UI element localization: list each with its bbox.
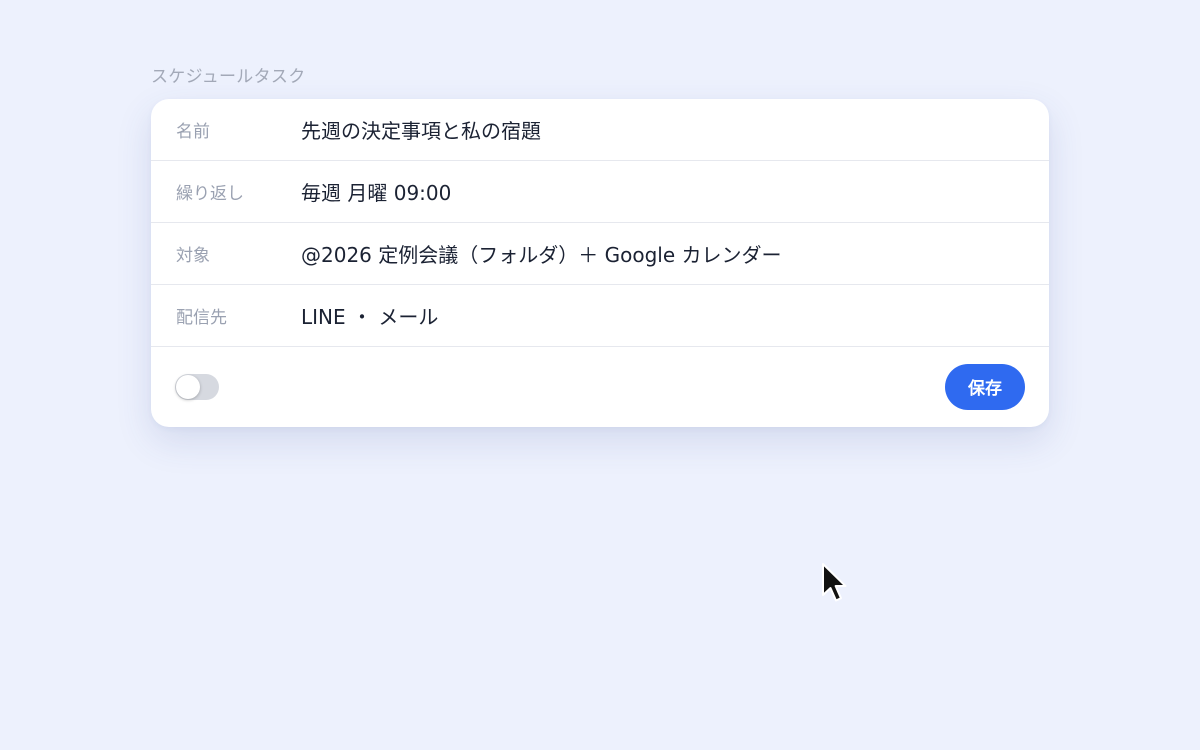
field-label-name: 名前: [176, 122, 210, 142]
enable-toggle[interactable]: [175, 373, 219, 400]
save-button[interactable]: 保存: [945, 363, 1025, 410]
field-value-destination[interactable]: LINE ・ メール: [301, 301, 438, 330]
field-label-repeat: 繰り返し: [176, 184, 244, 204]
field-row-name[interactable]: 名前 先週の決定事項と私の宿題: [151, 99, 1049, 161]
field-value-repeat[interactable]: 毎週 月曜 09:00: [301, 177, 451, 206]
section-title: スケジュールタスク: [151, 67, 306, 87]
field-label-destination: 配信先: [176, 308, 227, 328]
toggle-knob: [176, 374, 200, 399]
task-card: 名前 先週の決定事項と私の宿題 繰り返し 毎週 月曜 09:00 対象 @202…: [151, 99, 1049, 427]
field-value-target[interactable]: @2026 定例会議（フォルダ）＋ Google カレンダー: [301, 239, 782, 268]
field-value-name[interactable]: 先週の決定事項と私の宿題: [301, 115, 541, 144]
field-row-target[interactable]: 対象 @2026 定例会議（フォルダ）＋ Google カレンダー: [151, 223, 1049, 285]
mouse-pointer-icon: [822, 563, 847, 602]
field-row-destination[interactable]: 配信先 LINE ・ メール: [151, 285, 1049, 347]
card-footer: 保存: [151, 347, 1049, 426]
field-label-target: 対象: [176, 246, 210, 266]
field-row-repeat[interactable]: 繰り返し 毎週 月曜 09:00: [151, 161, 1049, 223]
